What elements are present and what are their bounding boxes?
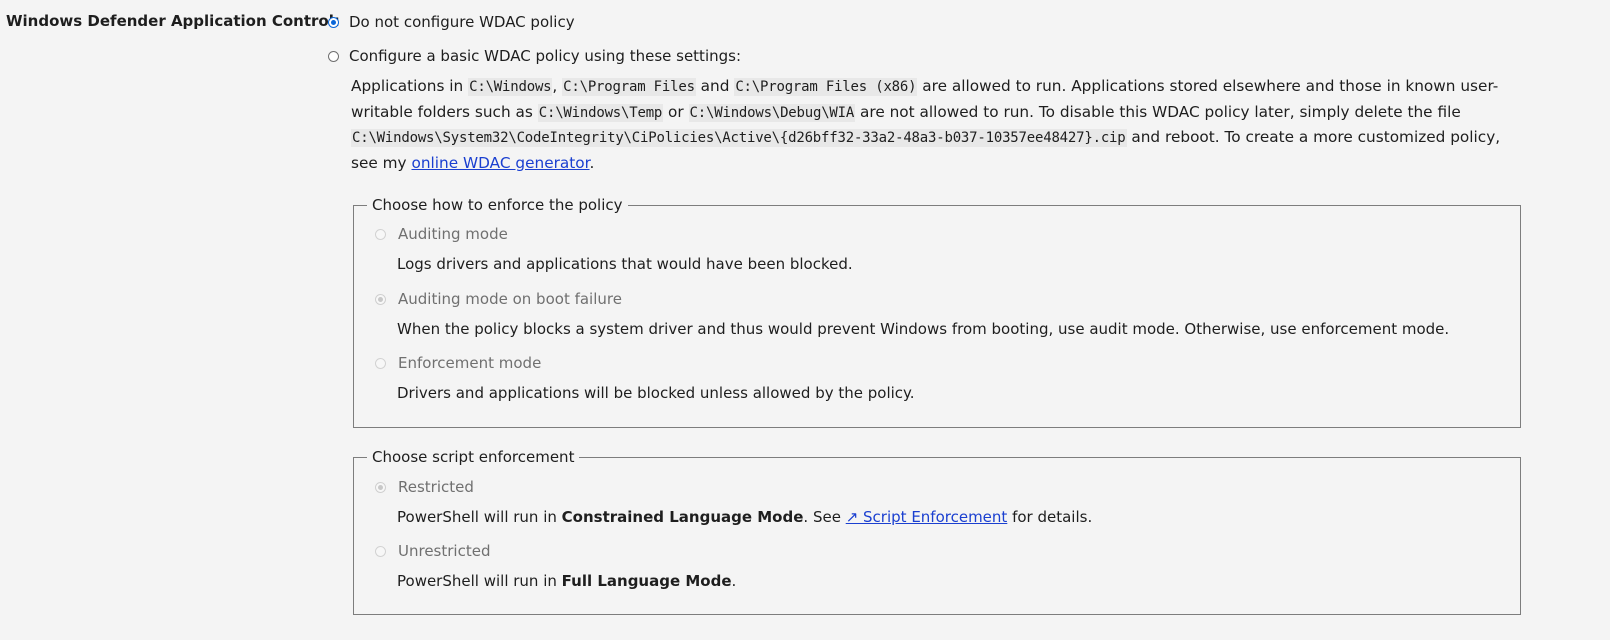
option-unrestricted[interactable]: Unrestricted: [375, 542, 490, 560]
desc-text: ,: [552, 77, 563, 95]
path-program-files-x86: C:\Program Files (x86): [734, 78, 918, 96]
radio-auditing-mode[interactable]: [375, 228, 386, 240]
path-program-files: C:\Program Files: [562, 78, 696, 96]
radio-auditing-boot-failure[interactable]: [375, 293, 386, 305]
option-restricted[interactable]: Restricted: [375, 478, 474, 496]
radio-unrestricted[interactable]: [375, 545, 386, 557]
desc-text: .: [731, 572, 737, 590]
auditing-mode-description: Logs drivers and applications that would…: [397, 255, 853, 273]
option-configure-basic[interactable]: Configure a basic WDAC policy using thes…: [328, 47, 741, 65]
desc-text: are not allowed to run. To disable this …: [855, 102, 1461, 121]
enforcement-mode-description: Drivers and applications will be blocked…: [397, 384, 915, 402]
restricted-description: PowerShell will run in Constrained Langu…: [397, 508, 1092, 526]
desc-text: PowerShell will run in: [397, 572, 562, 590]
option-enforcement-mode-label[interactable]: Enforcement mode: [398, 354, 541, 372]
desc-text: Applications in: [351, 77, 469, 95]
radio-configure-basic[interactable]: [328, 50, 339, 62]
constrained-language-mode-text: Constrained Language Mode: [561, 508, 804, 526]
path-policy-file: C:\Windows\System32\CodeIntegrity\CiPoli…: [351, 129, 1127, 147]
desc-text: and: [695, 77, 735, 95]
option-auditing-boot-failure[interactable]: Auditing mode on boot failure: [375, 290, 622, 308]
radio-restricted[interactable]: [375, 481, 386, 493]
option-auditing-mode[interactable]: Auditing mode: [375, 225, 508, 243]
option-do-not-configure[interactable]: Do not configure WDAC policy: [328, 13, 575, 31]
online-wdac-generator-link[interactable]: online WDAC generator: [411, 154, 589, 172]
option-enforcement-mode[interactable]: Enforcement mode: [375, 354, 541, 372]
path-windows-debug-wia: C:\Windows\Debug\WIA: [688, 103, 856, 122]
auditing-boot-failure-description: When the policy blocks a system driver a…: [397, 320, 1450, 338]
desc-text: . See: [803, 508, 846, 526]
policy-description: Applications in C:\Windows, C:\Program F…: [351, 74, 1521, 175]
path-windows-temp: C:\Windows\Temp: [537, 103, 664, 122]
option-unrestricted-label[interactable]: Unrestricted: [398, 542, 490, 560]
option-restricted-label[interactable]: Restricted: [398, 478, 474, 496]
option-do-not-configure-label[interactable]: Do not configure WDAC policy: [349, 13, 575, 31]
option-auditing-boot-failure-label[interactable]: Auditing mode on boot failure: [398, 290, 622, 308]
script-enforcement-legend: Choose script enforcement: [372, 448, 575, 466]
option-auditing-mode-label[interactable]: Auditing mode: [398, 225, 508, 243]
radio-do-not-configure[interactable]: [328, 16, 339, 28]
option-configure-basic-label[interactable]: Configure a basic WDAC policy using thes…: [349, 47, 741, 65]
desc-text: PowerShell will run in: [397, 508, 562, 526]
path-windows: C:\Windows: [468, 78, 553, 96]
unrestricted-description: PowerShell will run in Full Language Mod…: [397, 572, 736, 590]
setting-label: Windows Defender Application Control:: [6, 12, 340, 30]
full-language-mode-text: Full Language Mode: [561, 572, 732, 590]
enforce-policy-legend: Choose how to enforce the policy: [372, 196, 623, 214]
desc-text: or: [663, 102, 689, 121]
script-enforcement-link[interactable]: ↗ Script Enforcement: [846, 508, 1008, 526]
desc-text: for details.: [1007, 508, 1093, 526]
wdac-settings-page: Windows Defender Application Control: Do…: [0, 0, 1610, 640]
desc-text: .: [589, 153, 595, 172]
radio-enforcement-mode[interactable]: [375, 357, 386, 369]
